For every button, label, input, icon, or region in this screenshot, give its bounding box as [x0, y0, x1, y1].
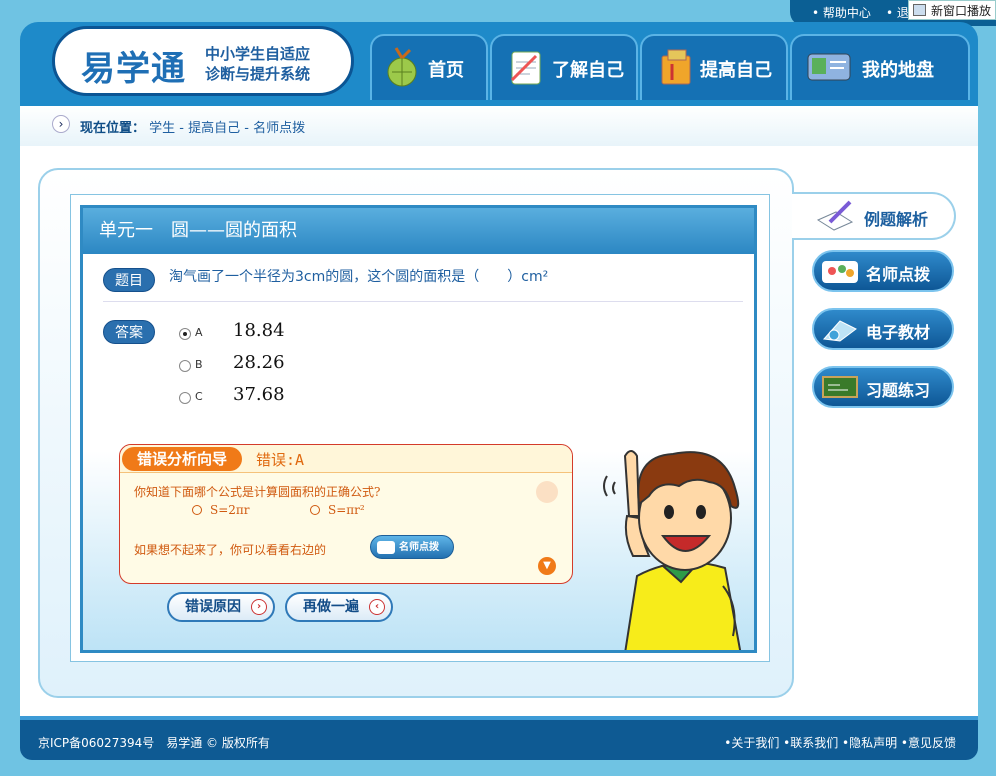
nav-tab-home[interactable]: 首页: [370, 34, 488, 100]
error-hint: 如果想不起来了，你可以看看右边的: [134, 543, 327, 557]
radio-c[interactable]: [179, 392, 191, 404]
site-logo[interactable]: 易学通 中小学生自适应 诊断与提升系统: [52, 26, 354, 96]
option-c-value: 37.68: [233, 384, 285, 405]
help-center-link[interactable]: • 帮助中心: [812, 4, 871, 21]
option-b-value: 28.26: [233, 352, 285, 373]
error-label: 错误:A: [256, 451, 305, 469]
teacher-tips-mini-button[interactable]: 名师点拨: [370, 535, 454, 559]
nav-know-label: 了解自己: [552, 60, 624, 81]
teacher-icon: [377, 541, 395, 554]
logo-subtitle-1: 中小学生自适应: [205, 45, 311, 63]
option-a-key: A: [195, 326, 203, 339]
tab-teacher-tips-label: 名师点拨: [866, 265, 931, 284]
exercise-card: 单元一 圆——圆的面积 题目 淘气画了一个半径为3cm的圆，这个圆的面积是（ ）…: [80, 205, 757, 653]
formula-option-1[interactable]: S=2πr: [192, 503, 250, 517]
formula-2-text: S=πr²: [328, 503, 365, 517]
new-window-button[interactable]: 新窗口播放: [908, 0, 996, 20]
formula-option-2[interactable]: S=πr²: [310, 503, 365, 517]
breadcrumb-prefix: 现在位置：: [80, 121, 146, 136]
cartoon-boy-illustration: [603, 450, 742, 650]
tab-example-analysis-label: 例题解析: [864, 210, 929, 229]
radio-a[interactable]: [179, 328, 191, 340]
chevron-down-icon[interactable]: ▼: [538, 557, 556, 575]
exit-link[interactable]: • 退: [886, 4, 909, 21]
tab-e-textbook[interactable]: 电子教材: [812, 308, 954, 350]
textbook-icon: [822, 320, 857, 342]
redo-label: 再做一遍: [303, 599, 359, 615]
teacher-icon: [822, 261, 858, 283]
help-center-label: 帮助中心: [822, 6, 871, 20]
question-text: 淘气画了一个半径为3cm的圆，这个圆的面积是（ ）cm²: [169, 269, 549, 285]
mini-button-label: 名师点拨: [399, 542, 439, 553]
chevron-left-icon: ‹: [369, 599, 385, 615]
nav-tab-improve-yourself[interactable]: 提高自己: [640, 34, 788, 100]
breadcrumb-path[interactable]: 学生 - 提高自己 - 名师点拨: [149, 121, 305, 136]
unit-title: 单元一 圆——圆的面积: [83, 208, 754, 254]
chalkboard-icon: [822, 376, 858, 398]
globe-icon: [387, 47, 417, 87]
error-reason-button[interactable]: 错误原因 ›: [167, 592, 275, 622]
nav-tab-know-yourself[interactable]: 了解自己: [490, 34, 638, 100]
nav-improve-label: 提高自己: [700, 60, 772, 81]
error-question: 你知道下面哪个公式是计算圆面积的正确公式?: [134, 485, 381, 499]
divider: [103, 301, 743, 302]
answer-tag: 答案: [103, 320, 155, 344]
notebook-icon: [510, 51, 541, 85]
option-b-key: B: [195, 358, 203, 371]
tab-exercise-practice-label: 习题练习: [866, 381, 931, 400]
circle-icon[interactable]: [536, 481, 558, 503]
books-icon: [661, 49, 691, 85]
chevron-right-icon: ›: [251, 599, 267, 615]
error-reason-label: 错误原因: [185, 599, 241, 615]
tab-teacher-tips[interactable]: 名师点拨: [812, 250, 954, 292]
radio-formula-1[interactable]: [192, 505, 202, 515]
window-icon: [913, 4, 926, 16]
footer: 京ICP备06027394号 易学通 © 版权所有 •关于我们 •联系我们 •隐…: [20, 716, 978, 760]
logo-title: 易学通: [81, 49, 186, 89]
pencil-notebook-icon: [816, 200, 854, 231]
breadcrumb: 现在位置： 学生 - 提高自己 - 名师点拨: [80, 117, 305, 136]
radio-formula-2[interactable]: [310, 505, 320, 515]
footer-copyright: 京ICP备06027394号 易学通 © 版权所有: [38, 736, 270, 750]
footer-links[interactable]: •关于我们 •联系我们 •隐私声明 •意见反馈: [724, 734, 956, 751]
radio-b[interactable]: [179, 360, 191, 372]
nav-my-space-label: 我的地盘: [862, 60, 934, 81]
formula-1-text: S=2πr: [210, 503, 250, 517]
new-window-label: 新窗口播放: [931, 4, 992, 18]
tab-exercise-practice[interactable]: 习题练习: [812, 366, 954, 408]
tab-example-analysis[interactable]: 例题解析: [792, 192, 956, 240]
nav-tab-my-space[interactable]: 我的地盘: [790, 34, 970, 100]
id-card-icon: [807, 53, 851, 81]
nav-home-label: 首页: [428, 60, 464, 81]
option-a-value: 18.84: [233, 320, 285, 341]
error-analysis-box: 错误分析向导 错误:A 你知道下面哪个公式是计算圆面积的正确公式? S=2πr …: [119, 444, 573, 584]
question-tag: 题目: [103, 268, 155, 292]
option-c-key: C: [195, 390, 203, 403]
redo-button[interactable]: 再做一遍 ‹: [285, 592, 393, 622]
tab-e-textbook-label: 电子教材: [866, 323, 931, 342]
error-guide-tab: 错误分析向导: [122, 447, 242, 471]
chevron-right-icon: ›: [52, 115, 70, 133]
logo-subtitle-2: 诊断与提升系统: [205, 65, 311, 83]
